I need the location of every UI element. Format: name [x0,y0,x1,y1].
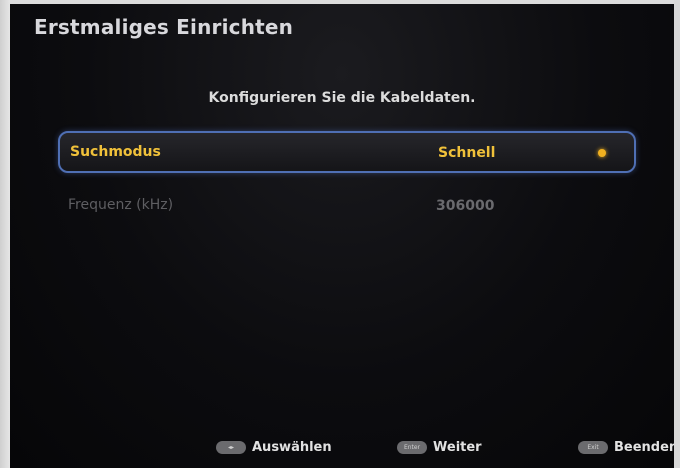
tv-bezel-right [674,0,680,468]
setting-label-suchmodus: Suchmodus [70,144,161,160]
hint-beenden: Exit Beenden [578,440,674,455]
hint-label-beenden: Beenden [614,440,674,455]
tv-screen: Erstmaliges Einrichten Konfigurieren Sie… [10,4,674,468]
setting-row-suchmodus[interactable]: Suchmodus Schnell [58,131,636,173]
hint-auswaehlen: ◂▸ Auswählen [216,440,332,455]
hint-label-auswaehlen: Auswählen [252,440,332,455]
tv-bezel-left [0,0,10,468]
setting-label-frequenz: Frequenz (kHz) [68,197,174,213]
setting-row-frequenz: Frequenz (kHz) 306000 [58,192,636,222]
hint-label-weiter: Weiter [433,440,482,455]
enter-icon: Enter [397,441,427,454]
hint-weiter: Enter Weiter [397,440,482,455]
exit-icon: Exit [578,441,608,454]
instruction-text: Konfigurieren Sie die Kabeldaten. [208,90,476,106]
setting-value-suchmodus[interactable]: Schnell [438,145,495,161]
navigate-icon: ◂▸ [216,441,246,454]
key-hint-bar: ◂▸ Auswählen Enter Weiter Exit Beenden [10,440,674,466]
option-indicator-icon [598,149,606,157]
page-title: Erstmaliges Einrichten [34,15,294,39]
setting-value-frequenz: 306000 [436,198,495,214]
